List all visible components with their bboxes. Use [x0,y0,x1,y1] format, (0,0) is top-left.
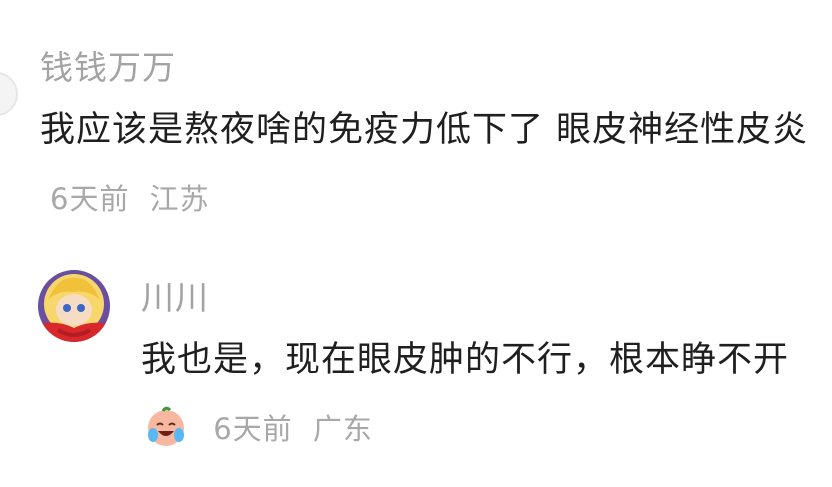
reply-time: 6天前 [213,412,293,446]
reply-avatar[interactable] [38,270,110,342]
reply-text[interactable]: 我也是，现在眼皮肿的不行，根本睁不开 6天前 广东 [141,326,831,470]
comment-meta: 6天前 江苏 [40,182,210,216]
avatar-image [38,270,110,342]
comment-location: 江苏 [149,182,210,216]
reply-meta: 6天前 广东 [193,412,373,446]
laughing-crying-face-icon [145,402,187,470]
reply-body: 我也是，现在眼皮肿的不行，根本睁不开 [141,340,790,380]
comment-item: 钱钱万万 我应该是熬夜啥的免疫力低下了 眼皮神经性皮炎 6天前 江苏 [40,40,830,233]
comment-username[interactable]: 钱钱万万 [40,40,830,96]
comment-text[interactable]: 我应该是熬夜啥的免疫力低下了 眼皮神经性皮炎 6天前 江苏 [40,96,830,233]
comment-body: 我应该是熬夜啥的免疫力低下了 眼皮神经性皮炎 [40,110,809,150]
commenter-avatar-partial[interactable] [0,72,18,116]
reply-username[interactable]: 川川 [141,270,831,326]
comment-time: 6天前 [50,182,130,216]
reply-item: 川川 我也是，现在眼皮肿的不行，根本睁不开 6天前 广东 [141,270,831,470]
reply-location: 广东 [312,412,373,446]
